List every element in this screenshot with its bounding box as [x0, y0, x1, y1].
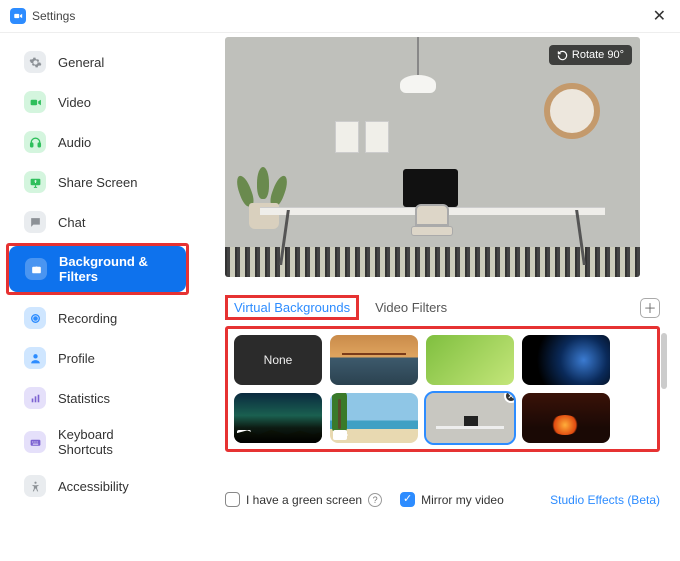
app-icon: [10, 8, 26, 24]
background-thumbnails: None ✕: [234, 335, 651, 443]
share-screen-icon: [24, 171, 46, 193]
thumb-none[interactable]: None: [234, 335, 322, 385]
sidebar-item-label: Video: [58, 95, 91, 110]
thumbs-scrollbar[interactable]: [661, 333, 667, 389]
tabs: Virtual Backgrounds Video Filters ＋: [225, 295, 660, 320]
statistics-icon: [24, 387, 46, 409]
sidebar-item-label: Background & Filters: [59, 254, 170, 284]
gear-icon: [24, 51, 46, 73]
sidebar-item-share-screen[interactable]: Share Screen: [8, 163, 187, 201]
profile-icon: [24, 347, 46, 369]
rotate-icon: [557, 50, 568, 61]
help-icon[interactable]: ?: [368, 493, 382, 507]
video-icon: [24, 91, 46, 113]
sidebar-item-label: Share Screen: [58, 175, 138, 190]
sidebar-item-label: Chat: [58, 215, 85, 230]
sidebar-item-label: General: [58, 55, 104, 70]
sidebar-item-label: Recording: [58, 311, 117, 326]
sidebar-item-video[interactable]: Video: [8, 83, 187, 121]
window-title: Settings: [32, 9, 75, 23]
record-icon: [24, 307, 46, 329]
tab-video-filters[interactable]: Video Filters: [373, 296, 449, 319]
green-screen-label: I have a green screen: [246, 493, 362, 507]
chat-icon: [24, 211, 46, 233]
content-pane: Rotate 90° Virtual Backgrounds Video Fil…: [195, 33, 680, 561]
title-bar: Settings ✕: [0, 0, 680, 33]
video-badge-icon: [333, 430, 347, 440]
sidebar-item-profile[interactable]: Profile: [8, 339, 187, 377]
keyboard-icon: [24, 431, 46, 453]
accessibility-icon: [24, 475, 46, 497]
sidebar-item-chat[interactable]: Chat: [8, 203, 187, 241]
remove-thumb-icon[interactable]: ✕: [504, 393, 514, 403]
sidebar-item-accessibility[interactable]: Accessibility: [8, 467, 187, 505]
sidebar-item-label: Profile: [58, 351, 95, 366]
video-badge-icon: [237, 430, 251, 440]
rotate-label: Rotate 90°: [572, 49, 624, 61]
mirror-video-label: Mirror my video: [421, 493, 504, 507]
thumb-aurora[interactable]: [234, 393, 322, 443]
sidebar-item-statistics[interactable]: Statistics: [8, 379, 187, 417]
studio-effects-link[interactable]: Studio Effects (Beta): [550, 493, 660, 507]
thumb-fireplace[interactable]: [522, 393, 610, 443]
sidebar-item-keyboard-shortcuts[interactable]: Keyboard Shortcuts: [8, 419, 187, 465]
highlight-thumbs: None ✕: [225, 326, 660, 452]
green-screen-checkbox[interactable]: [225, 492, 240, 507]
highlight-virtual-backgrounds-tab: Virtual Backgrounds: [225, 295, 359, 320]
tab-virtual-backgrounds[interactable]: Virtual Backgrounds: [232, 296, 352, 319]
thumb-beach[interactable]: [330, 393, 418, 443]
thumb-bridge[interactable]: [330, 335, 418, 385]
headphones-icon: [24, 131, 46, 153]
thumb-grass[interactable]: [426, 335, 514, 385]
footer-options: I have a green screen ? Mirror my video …: [225, 492, 660, 507]
sidebar-item-audio[interactable]: Audio: [8, 123, 187, 161]
sidebar-item-label: Statistics: [58, 391, 110, 406]
thumb-office[interactable]: ✕: [426, 393, 514, 443]
sidebar: General Video Audio Share Screen Chat Ba…: [0, 33, 195, 561]
close-icon[interactable]: ✕: [649, 6, 670, 26]
sidebar-item-background-filters[interactable]: Background & Filters: [9, 246, 186, 292]
sidebar-item-general[interactable]: General: [8, 43, 187, 81]
highlight-background-filters: Background & Filters: [6, 243, 189, 295]
background-icon: [25, 258, 47, 280]
add-background-button[interactable]: ＋: [640, 298, 660, 318]
thumb-earth[interactable]: [522, 335, 610, 385]
mirror-video-checkbox[interactable]: [400, 492, 415, 507]
sidebar-item-label: Accessibility: [58, 479, 129, 494]
video-preview: Rotate 90°: [225, 37, 640, 277]
sidebar-item-label: Audio: [58, 135, 91, 150]
sidebar-item-recording[interactable]: Recording: [8, 299, 187, 337]
sidebar-item-label: Keyboard Shortcuts: [58, 427, 171, 457]
rotate-button[interactable]: Rotate 90°: [549, 45, 632, 65]
